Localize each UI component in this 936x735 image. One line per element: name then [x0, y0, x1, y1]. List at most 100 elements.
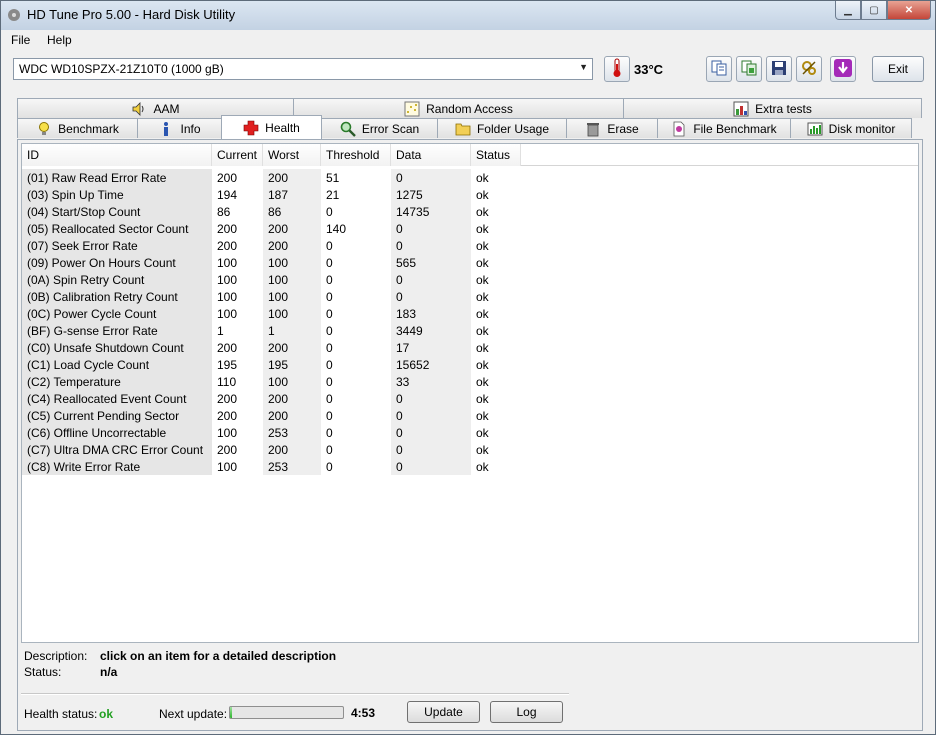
column-header-id[interactable]: ID — [22, 144, 212, 166]
temperature-button[interactable] — [604, 56, 630, 82]
cell-worst: 200 — [263, 220, 321, 237]
cell-id: (0B) Calibration Retry Count — [22, 288, 212, 305]
column-header-threshold[interactable]: Threshold — [321, 144, 391, 166]
column-header-worst[interactable]: Worst — [263, 144, 321, 166]
cell-id: (C2) Temperature — [22, 373, 212, 390]
table-row[interactable]: (0B) Calibration Retry Count 100 100 0 0 ok — [22, 288, 918, 305]
next-update-time: 4:53 — [351, 706, 376, 720]
menu-file[interactable]: File — [11, 33, 30, 47]
table-row[interactable]: (C8) Write Error Rate 100 253 0 0 ok — [22, 458, 918, 475]
cell-worst: 195 — [263, 356, 321, 373]
cell-worst: 1 — [263, 322, 321, 339]
copy-image-button[interactable] — [736, 56, 762, 82]
table-row[interactable]: (09) Power On Hours Count 100 100 0 565 ok — [22, 254, 918, 271]
table-row[interactable]: (BF) G-sense Error Rate 1 1 0 3449 ok — [22, 322, 918, 339]
cell-status: ok — [476, 443, 489, 457]
cell-worst: 253 — [263, 424, 321, 441]
minimize-icon: ▁ — [844, 4, 852, 16]
title-bar[interactable]: HD Tune Pro 5.00 - Hard Disk Utility ▁ ▢… — [1, 1, 935, 30]
maximize-button[interactable]: ▢ — [861, 1, 887, 20]
table-row[interactable]: (04) Start/Stop Count 86 86 0 14735 ok — [22, 203, 918, 220]
trash-icon — [585, 121, 601, 137]
tab-info[interactable]: Info — [137, 118, 222, 138]
drive-select[interactable]: WDC WD10SPZX-21Z10T0 (1000 gB) ▼ — [13, 58, 593, 80]
tab-error-scan-label: Error Scan — [361, 121, 420, 136]
cell-threshold: 0 — [326, 256, 333, 270]
table-row[interactable]: (C1) Load Cycle Count 195 195 0 15652 ok — [22, 356, 918, 373]
cell-status: ok — [476, 426, 489, 440]
close-button[interactable]: ✕ — [887, 1, 931, 20]
menu-bar: File Help — [1, 30, 935, 50]
table-row[interactable]: (01) Raw Read Error Rate 200 200 51 0 ok — [22, 169, 918, 186]
cell-data: 14735 — [391, 203, 471, 220]
monitor-icon — [807, 121, 823, 137]
lightbulb-icon — [36, 121, 52, 137]
tab-random-access[interactable]: Random Access — [293, 98, 624, 118]
status-label: Status: — [24, 665, 62, 679]
tab-health[interactable]: Health — [221, 115, 322, 139]
cell-id: (C0) Unsafe Shutdown Count — [22, 339, 212, 356]
tab-error-scan[interactable]: Error Scan — [321, 118, 438, 138]
toolbar: WDC WD10SPZX-21Z10T0 (1000 gB) ▼ 33°C Ex… — [1, 50, 935, 92]
table-row[interactable]: (C5) Current Pending Sector 200 200 0 0 ok — [22, 407, 918, 424]
column-header-current[interactable]: Current — [212, 144, 263, 166]
cell-threshold: 0 — [326, 239, 333, 253]
copy-text-button[interactable] — [706, 56, 732, 82]
cell-data: 15652 — [391, 356, 471, 373]
table-row[interactable]: (C6) Offline Uncorrectable 100 253 0 0 ok — [22, 424, 918, 441]
column-header-data[interactable]: Data — [391, 144, 471, 166]
download-button[interactable] — [830, 56, 856, 82]
table-row[interactable]: (03) Spin Up Time 194 187 21 1275 ok — [22, 186, 918, 203]
tab-extra-tests[interactable]: Extra tests — [623, 98, 922, 118]
window-title: HD Tune Pro 5.00 - Hard Disk Utility — [27, 7, 236, 22]
cell-current: 200 — [217, 443, 238, 457]
table-row[interactable]: (07) Seek Error Rate 200 200 0 0 ok — [22, 237, 918, 254]
cell-data: 3449 — [391, 322, 471, 339]
options-button[interactable] — [796, 56, 822, 82]
table-row[interactable]: (C4) Reallocated Event Count 200 200 0 0 ok — [22, 390, 918, 407]
tab-disk-monitor[interactable]: Disk monitor — [790, 118, 912, 138]
minimize-button[interactable]: ▁ — [835, 1, 861, 20]
health-status-label: Health status: — [24, 707, 98, 721]
cell-id: (07) Seek Error Rate — [22, 237, 212, 254]
copy-text-icon — [710, 59, 728, 80]
column-header-status[interactable]: Status — [471, 144, 521, 166]
exit-button[interactable]: Exit — [872, 56, 924, 82]
tab-benchmark[interactable]: Benchmark — [17, 118, 138, 138]
tab-file-benchmark-label: File Benchmark — [693, 121, 777, 136]
cell-current: 200 — [217, 239, 238, 253]
cell-current: 200 — [217, 341, 238, 355]
cell-data: 0 — [391, 441, 471, 458]
menu-help[interactable]: Help — [47, 33, 72, 47]
cell-data: 183 — [391, 305, 471, 322]
tab-erase[interactable]: Erase — [566, 118, 658, 138]
table-row[interactable]: (C7) Ultra DMA CRC Error Count 200 200 0 0 ok — [22, 441, 918, 458]
cell-current: 195 — [217, 358, 238, 372]
cell-id: (05) Reallocated Sector Count — [22, 220, 212, 237]
update-button[interactable]: Update — [407, 701, 480, 723]
description-label: Description: — [24, 649, 88, 663]
app-window: HD Tune Pro 5.00 - Hard Disk Utility ▁ ▢… — [0, 0, 936, 735]
tab-disk-monitor-label: Disk monitor — [828, 121, 896, 136]
table-row[interactable]: (C2) Temperature 110 100 0 33 ok — [22, 373, 918, 390]
cell-threshold: 0 — [326, 341, 333, 355]
table-row[interactable]: (0A) Spin Retry Count 100 100 0 0 ok — [22, 271, 918, 288]
table-row[interactable]: (C0) Unsafe Shutdown Count 200 200 0 17 ok — [22, 339, 918, 356]
save-button[interactable] — [766, 56, 792, 82]
cell-worst: 200 — [263, 390, 321, 407]
cell-id: (04) Start/Stop Count — [22, 203, 212, 220]
smart-table[interactable]: ID Current Worst Threshold Data Status (… — [21, 143, 919, 643]
tab-file-benchmark[interactable]: File Benchmark — [657, 118, 791, 138]
cell-status: ok — [476, 205, 489, 219]
table-body: (01) Raw Read Error Rate 200 200 51 0 ok (03) … — [22, 169, 918, 475]
cell-current: 100 — [217, 290, 238, 304]
cell-status: ok — [476, 392, 489, 406]
cell-data: 0 — [391, 271, 471, 288]
temperature-readout: 33°C — [634, 62, 664, 77]
cell-worst: 100 — [263, 305, 321, 322]
cell-worst: 100 — [263, 373, 321, 390]
log-button[interactable]: Log — [490, 701, 563, 723]
tab-folder-usage[interactable]: Folder Usage — [437, 118, 567, 138]
table-row[interactable]: (05) Reallocated Sector Count 200 200 140 0 o… — [22, 220, 918, 237]
table-row[interactable]: (0C) Power Cycle Count 100 100 0 183 ok — [22, 305, 918, 322]
